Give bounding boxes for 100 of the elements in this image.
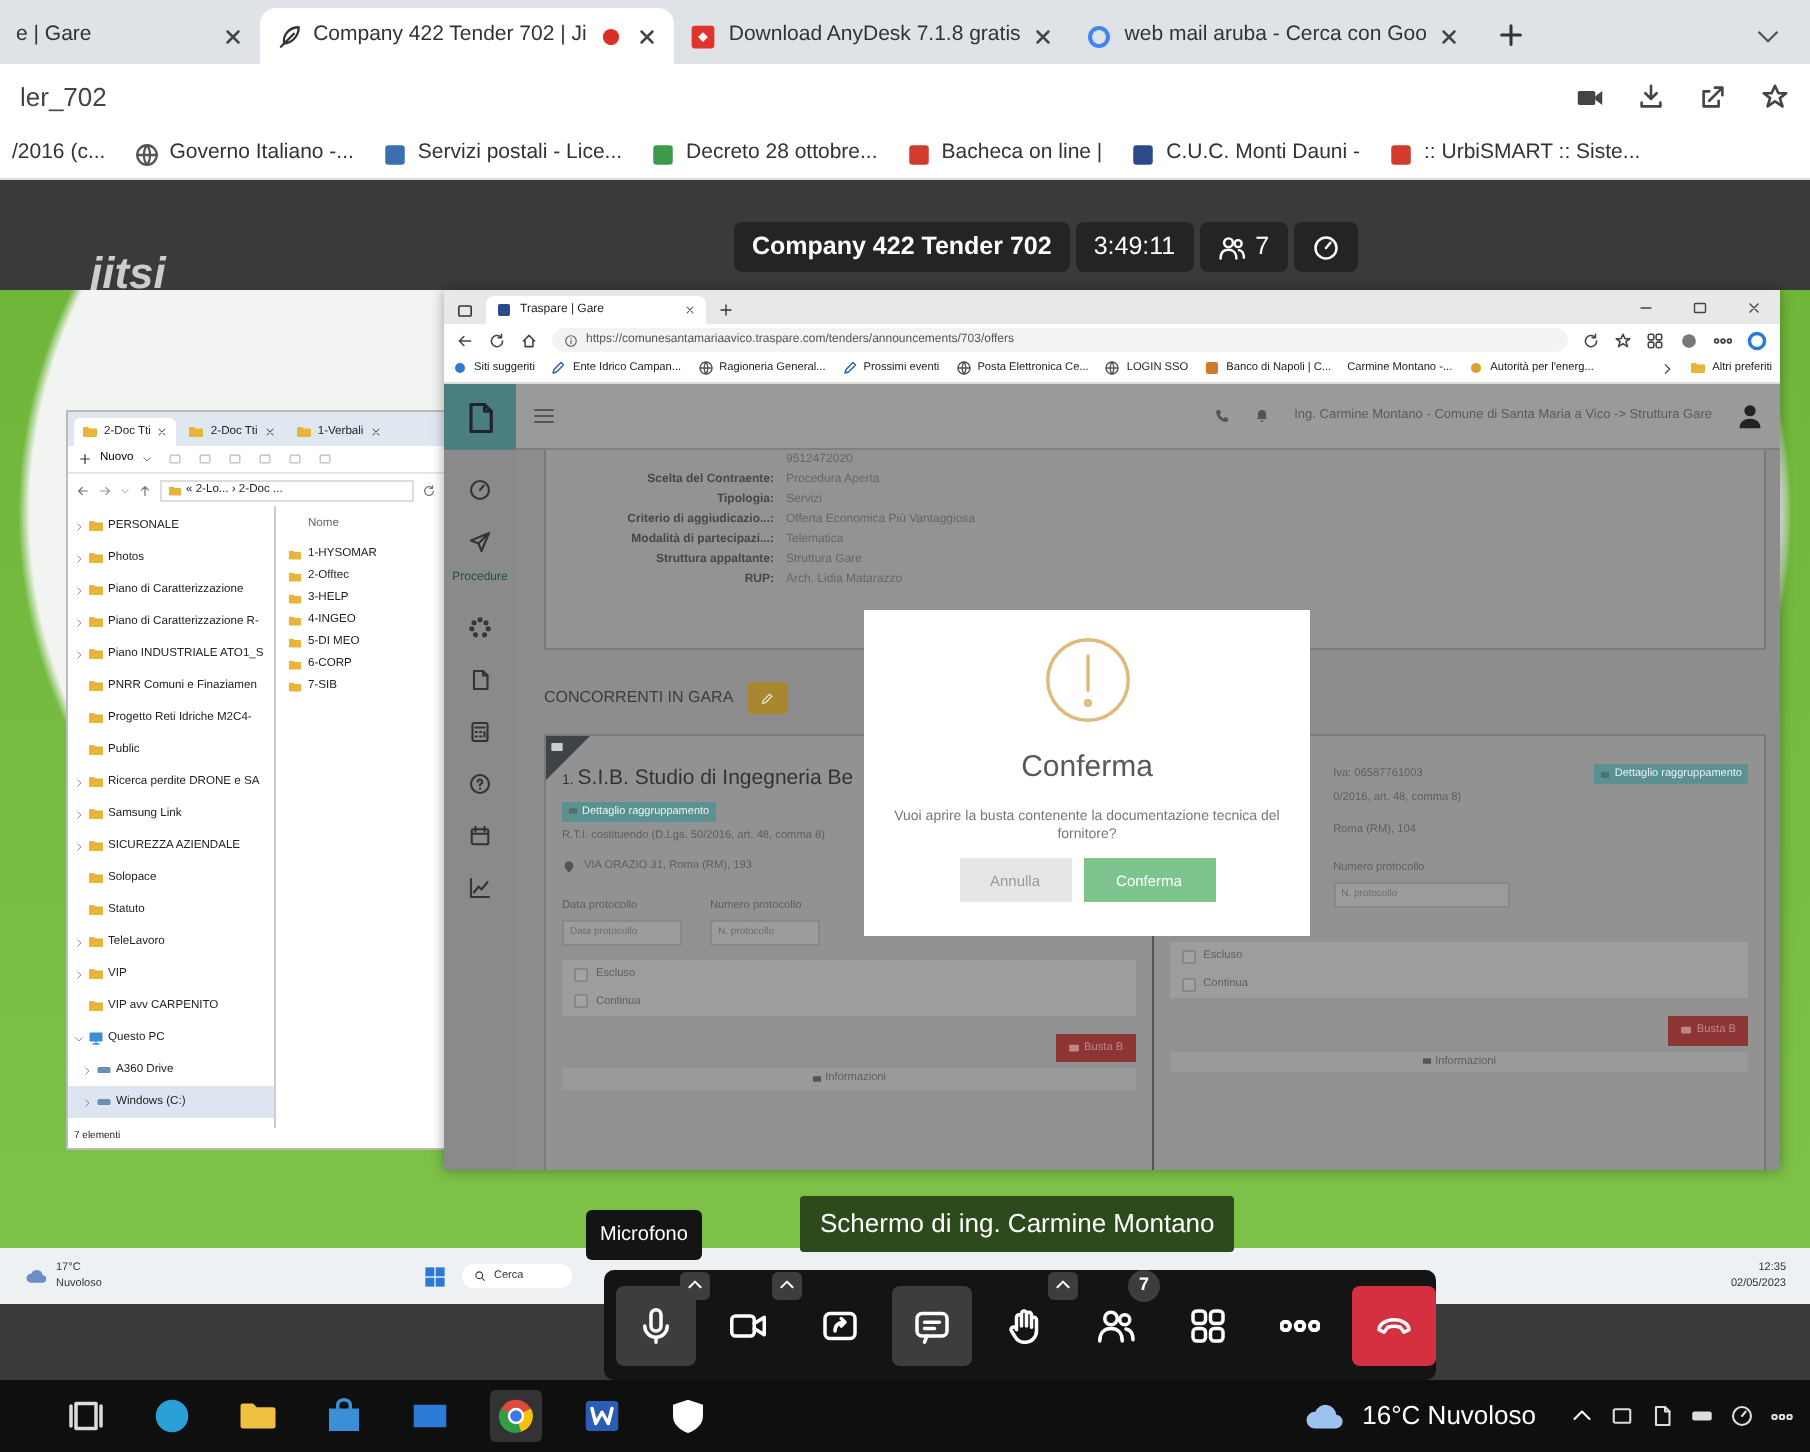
refresh-icon[interactable] (488, 331, 506, 349)
chevron-right-icon[interactable] (1660, 362, 1675, 376)
home-icon[interactable] (520, 331, 538, 349)
browser-tab[interactable]: e | Gare (0, 8, 260, 64)
chevron-right-icon[interactable] (74, 969, 84, 979)
chat-button[interactable] (892, 1285, 972, 1365)
close-icon[interactable] (1438, 25, 1461, 47)
calculator-icon[interactable] (468, 720, 492, 744)
chart-icon[interactable] (468, 876, 492, 900)
refresh-icon[interactable] (422, 483, 436, 497)
tab-actions-icon[interactable] (456, 302, 474, 320)
folder-icon (295, 424, 312, 440)
chevron-right-icon[interactable] (74, 841, 84, 851)
envelope-icon (568, 806, 578, 817)
close-icon[interactable] (263, 426, 276, 438)
tray-icon[interactable] (1730, 1404, 1754, 1428)
weather-text: 16°C Nuvoloso (1362, 1398, 1536, 1435)
assistant-icon[interactable] (1746, 329, 1768, 351)
chevron-right-icon[interactable] (74, 649, 84, 659)
checkbox[interactable] (574, 967, 588, 982)
bookmark-link[interactable]: :: UrbiSMART :: Siste... (1388, 138, 1641, 170)
folder-icon (88, 550, 104, 566)
menu-toggle[interactable] (680, 1271, 710, 1299)
close-icon[interactable] (369, 426, 382, 438)
envelope-icon (1680, 1024, 1693, 1037)
caret-icon (778, 1276, 796, 1294)
bookmark-link[interactable]: Servizi postali - Lice... (381, 138, 623, 170)
profile-icon[interactable] (1678, 329, 1700, 351)
address-field[interactable]: ler_702 (20, 77, 1544, 117)
connection-button[interactable] (1293, 222, 1358, 272)
start-icon[interactable] (424, 1265, 446, 1287)
favorite-icon[interactable] (1614, 331, 1632, 349)
checkbox[interactable] (574, 994, 588, 1009)
pencil-icon (760, 691, 775, 705)
chevron-down-icon[interactable] (74, 1033, 84, 1043)
browser-tab[interactable]: Company 422 Tender 702 | Ji (259, 8, 675, 64)
close-icon[interactable] (684, 304, 696, 316)
bell-icon[interactable] (1254, 408, 1271, 424)
folder-icon (88, 998, 104, 1014)
checkbox[interactable] (1181, 950, 1196, 965)
chevron-right-icon[interactable] (74, 585, 84, 595)
progress-icon[interactable] (468, 616, 492, 640)
bookmark-link[interactable]: Governo Italiano -... (133, 138, 354, 170)
star-icon[interactable] (1760, 82, 1790, 112)
collections-icon[interactable] (1646, 331, 1664, 349)
folder-icon (288, 614, 302, 628)
up-icon[interactable] (138, 483, 152, 497)
close-icon[interactable] (221, 25, 244, 47)
store-icon (324, 1396, 364, 1436)
browser-tab[interactable]: web mail aruba - Cerca con Goo (1070, 8, 1477, 64)
more-icon[interactable] (1714, 337, 1732, 343)
meeting-title: Company 422 Tender 702 (734, 222, 1070, 272)
bookmark-link[interactable]: Bacheca on line | (905, 138, 1103, 170)
document-icon[interactable] (468, 668, 492, 692)
checkbox[interactable] (1181, 977, 1196, 991)
read-aloud-icon[interactable] (1582, 331, 1600, 349)
dashboard-icon[interactable] (468, 478, 492, 502)
folder-icon (88, 678, 104, 694)
send-icon[interactable] (468, 530, 492, 554)
shield-icon (668, 1396, 708, 1436)
chevron-right-icon[interactable] (74, 521, 84, 531)
hang-up-button[interactable] (1352, 1285, 1436, 1365)
envelope-icon (1068, 1042, 1080, 1055)
menu-toggle[interactable] (1048, 1271, 1078, 1299)
close-icon[interactable] (156, 426, 169, 438)
new-tab-icon[interactable] (1496, 20, 1527, 50)
site-icon (1468, 360, 1485, 377)
bookmark-link[interactable]: Decreto 28 ottobre... (650, 138, 878, 170)
close-icon[interactable] (1032, 25, 1055, 47)
install-icon[interactable] (1636, 82, 1666, 112)
help-icon[interactable] (468, 772, 492, 796)
phone-icon[interactable] (1214, 408, 1231, 424)
chevron-right-icon[interactable] (82, 1065, 92, 1075)
back-icon[interactable] (456, 331, 474, 349)
tray-icon[interactable] (1770, 1413, 1794, 1419)
participants-button[interactable]: 7 (1199, 222, 1288, 272)
back-icon[interactable] (76, 483, 90, 497)
bookmark-link[interactable]: C.U.C. Monti Dauni - (1130, 138, 1361, 170)
forward-icon[interactable] (98, 483, 112, 497)
chevron-right-icon[interactable] (74, 617, 84, 627)
avatar-icon[interactable] (1736, 402, 1764, 430)
tray-icon[interactable] (1610, 1404, 1634, 1428)
maximize-icon[interactable] (1692, 300, 1708, 316)
chevron-right-icon[interactable] (74, 553, 84, 563)
menu-toggle[interactable] (772, 1271, 802, 1299)
tray-icon[interactable] (1650, 1404, 1674, 1428)
close-icon[interactable] (636, 25, 659, 47)
browser-tab[interactable]: Download AnyDesk 7.1.8 gratis (674, 8, 1071, 64)
taskbar-app[interactable] (490, 1390, 542, 1442)
folder-icon (88, 902, 104, 918)
new-tab-icon[interactable] (718, 302, 734, 318)
folder-icon (288, 548, 302, 562)
calendar-icon[interactable] (468, 824, 492, 848)
bookmark-link[interactable]: /2016 (c... (12, 138, 106, 170)
chevron-right-icon[interactable] (74, 809, 84, 819)
menu-icon[interactable] (532, 404, 556, 428)
chevron-right-icon[interactable] (74, 777, 84, 787)
microphone-button[interactable] (616, 1285, 696, 1365)
close-icon[interactable] (1746, 300, 1762, 316)
chevron-right-icon[interactable] (74, 937, 84, 947)
